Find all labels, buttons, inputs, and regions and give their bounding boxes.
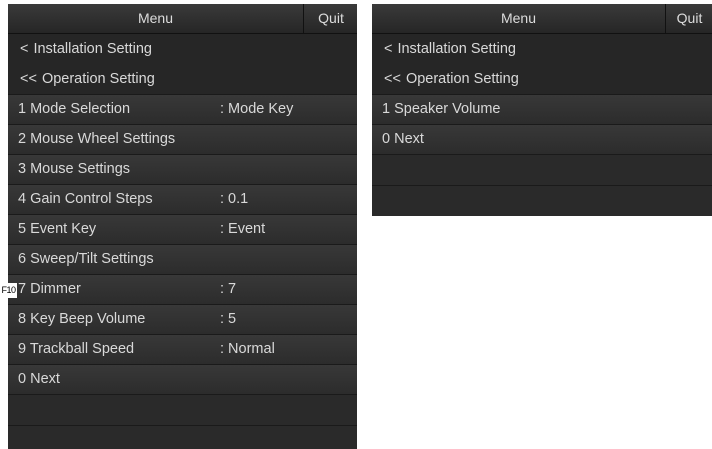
double-chevron-left-icon: << — [384, 71, 401, 87]
menu-item-next[interactable]: 0 Next — [372, 124, 712, 154]
empty-row — [372, 154, 712, 185]
menu-item-mouse-wheel-settings[interactable]: 2 Mouse Wheel Settings — [8, 124, 357, 154]
empty-row — [8, 394, 357, 425]
menu-item-speaker-volume[interactable]: 1 Speaker Volume — [372, 94, 712, 124]
menu-item-label: 4 Gain Control Steps — [18, 191, 153, 207]
empty-row — [372, 185, 712, 216]
menu-item-sweep-tilt-settings[interactable]: 6 Sweep/Tilt Settings — [8, 244, 357, 274]
double-chevron-left-icon: << — [20, 71, 37, 87]
menu-item-value: : 7 — [220, 281, 237, 297]
quit-button[interactable]: Quit — [303, 4, 358, 33]
menu-item-label: 3 Mouse Settings — [18, 161, 131, 177]
menu-item-label: 7 Dimmer — [18, 281, 81, 297]
nav-operation-setting[interactable]: << Operation Setting — [372, 64, 712, 94]
menu-item-trackball-speed[interactable]: 9 Trackball Speed : Normal — [8, 334, 357, 364]
menu-title-bar: Menu Quit — [8, 4, 357, 34]
menu-item-label: 0 Next — [18, 371, 60, 387]
menu-item-label: 5 Event Key — [18, 221, 97, 237]
nav-installation-setting[interactable]: < Installation Setting — [8, 34, 357, 64]
menu-item-next[interactable]: 0 Next — [8, 364, 357, 394]
menu-item-label: 0 Next — [382, 131, 424, 147]
quit-button[interactable]: Quit — [665, 4, 712, 33]
menu-item-label: 1 Speaker Volume — [382, 101, 501, 117]
menu-item-key-beep-volume[interactable]: 8 Key Beep Volume : 5 — [8, 304, 357, 334]
nav-label: Operation Setting — [405, 71, 519, 87]
chevron-left-icon: < — [384, 41, 393, 57]
menu-item-label: 1 Mode Selection — [18, 101, 131, 117]
menu-title: Menu — [500, 10, 537, 26]
menu-title: Menu — [137, 10, 174, 26]
menu-panel-left: Menu Quit < Installation Setting << Operat… — [8, 4, 357, 449]
menu-item-mode-selection[interactable]: 1 Mode Selection : Mode Key — [8, 94, 357, 124]
nav-label: Operation Setting — [41, 71, 155, 87]
menu-item-label: 9 Trackball Speed — [18, 341, 135, 357]
menu-title-bar: Menu Quit — [372, 4, 712, 34]
menu-item-event-key[interactable]: 5 Event Key : Event — [8, 214, 357, 244]
menu-item-value: : 0.1 — [220, 191, 249, 207]
menu-panel-right: Menu Quit < Installation Setting << Operat… — [372, 4, 712, 216]
nav-label: Installation Setting — [397, 41, 516, 57]
menu-item-value: : Normal — [220, 341, 275, 357]
menu-item-dimmer[interactable]: 7 Dimmer : 7 — [8, 274, 357, 304]
nav-operation-setting[interactable]: << Operation Setting — [8, 64, 357, 94]
menu-item-mouse-settings[interactable]: 3 Mouse Settings — [8, 154, 357, 184]
menu-item-label: 6 Sweep/Tilt Settings — [18, 251, 154, 267]
menu-item-value: : Mode Key — [220, 101, 294, 117]
function-key-badge: F10 — [0, 283, 17, 298]
chevron-left-icon: < — [20, 41, 29, 57]
menu-item-label: 8 Key Beep Volume — [18, 311, 146, 327]
empty-row — [8, 425, 357, 449]
nav-installation-setting[interactable]: < Installation Setting — [372, 34, 712, 64]
menu-item-label: 2 Mouse Wheel Settings — [18, 131, 176, 147]
menu-item-gain-control-steps[interactable]: 4 Gain Control Steps : 0.1 — [8, 184, 357, 214]
nav-label: Installation Setting — [33, 41, 152, 57]
menu-item-value: : Event — [220, 221, 266, 237]
menu-item-value: : 5 — [220, 311, 237, 327]
